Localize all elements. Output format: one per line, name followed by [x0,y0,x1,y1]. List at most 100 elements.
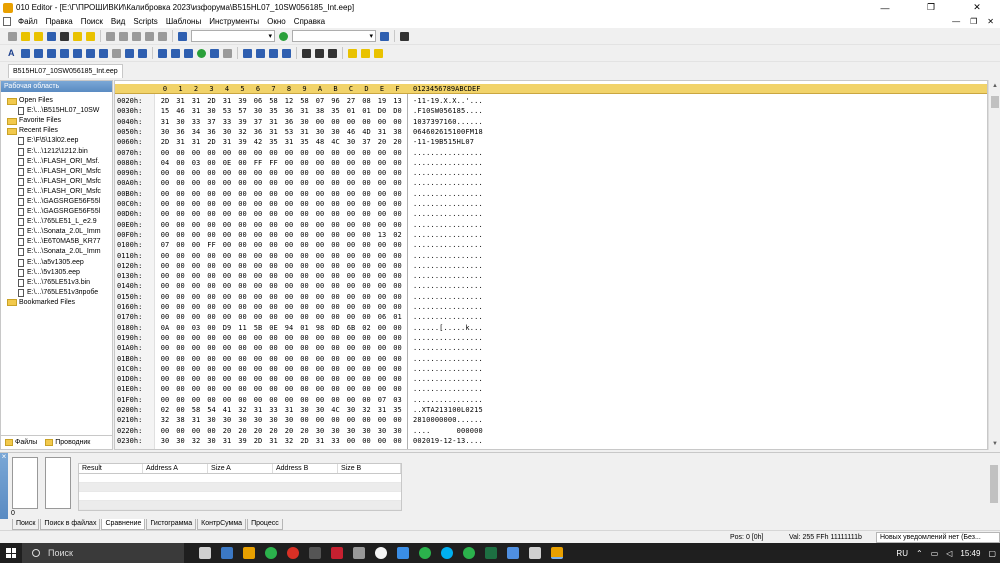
hex-byte[interactable]: 37 [360,137,374,147]
hex-byte[interactable]: 06 [251,96,265,106]
hex-byte[interactable]: 00 [360,158,374,168]
hex-byte[interactable]: 00 [189,230,203,240]
col-size-a[interactable]: Size A [208,464,273,473]
hex-byte[interactable]: 00 [205,209,219,219]
hex-byte[interactable]: 00 [298,364,312,374]
hex-byte[interactable]: 20 [391,137,405,147]
hex-byte[interactable]: 00 [344,168,358,178]
script-icon[interactable] [184,48,193,58]
hex-byte[interactable]: 31 [375,405,389,415]
hex-byte[interactable]: 33 [189,117,203,127]
hex-byte[interactable]: 0D [329,323,343,333]
hex-row[interactable]: 0030h: 15 46 31 30 53 57 30 35 36 31 38 35 01 01 D0 D0 .F… [115,106,987,116]
hex-byte[interactable]: 00 [236,281,250,291]
hex-byte[interactable]: 30 [344,405,358,415]
hex-byte[interactable]: 00 [391,323,405,333]
hex-byte[interactable]: 00 [220,178,234,188]
tree-recent-file-item[interactable]: E:\...\FLASH_ORI_Msfc [1,167,112,177]
hex-byte[interactable]: 00 [391,333,405,343]
menu-view[interactable]: Вид [107,15,129,28]
tray-volume-icon[interactable]: ◁ [946,549,952,558]
hex-byte[interactable]: 31 [174,137,188,147]
hex-byte[interactable]: 00 [282,158,296,168]
hex-byte[interactable]: 39 [236,436,250,446]
bookmark-list-icon[interactable] [282,48,291,58]
hex-byte[interactable]: 00 [174,168,188,178]
hex-byte[interactable]: 30 [174,117,188,127]
hex-byte[interactable]: 30 [313,426,327,436]
hex-byte[interactable]: 03 [391,395,405,405]
tree-recent-file-item[interactable]: E:\...\Sonata_2.0L_Imm [1,227,112,237]
hex-byte[interactable]: 31 [267,117,281,127]
hex-byte[interactable]: 00 [360,292,374,302]
ruler-icon[interactable] [86,48,95,58]
hex-byte[interactable]: 48 [313,137,327,147]
hex-byte[interactable]: 00 [282,168,296,178]
menu-help[interactable]: Справка [290,15,329,28]
hex-ascii[interactable]: ................ [413,240,483,250]
hex-byte[interactable]: 00 [282,148,296,158]
hex-byte[interactable]: 00 [282,343,296,353]
hex-byte[interactable]: 00 [360,168,374,178]
hex-byte[interactable]: 00 [298,240,312,250]
export-icon[interactable] [86,31,95,41]
hex-byte[interactable]: 00 [236,343,250,353]
010-editor-task-icon[interactable] [551,547,563,559]
hex-byte[interactable]: 00 [220,281,234,291]
hex-byte[interactable]: 00 [360,199,374,209]
hex-byte[interactable]: 00 [174,158,188,168]
open-file-icon[interactable] [21,31,30,41]
hex-byte[interactable]: 00 [344,251,358,261]
hex-byte[interactable]: 08 [360,96,374,106]
hex-byte[interactable]: 30 [344,426,358,436]
hex-byte[interactable]: 00 [205,168,219,178]
hex-byte[interactable]: 00 [360,312,374,322]
hex-byte[interactable]: 00 [282,178,296,188]
hex-byte[interactable]: 53 [282,127,296,137]
hex-byte[interactable]: 00 [282,220,296,230]
hex-byte[interactable]: 00 [329,415,343,425]
app-icon-4[interactable] [309,547,321,559]
hex-byte[interactable]: 00 [391,364,405,374]
hex-byte[interactable]: 00 [313,220,327,230]
tree-recent-file-item[interactable]: E:\...\GAGSRGE56F55l [1,207,112,217]
hex-byte[interactable]: 27 [344,96,358,106]
hex-byte[interactable]: 00 [236,168,250,178]
hex-view-icon[interactable] [21,48,30,58]
hex-byte[interactable]: 00 [282,374,296,384]
hex-byte[interactable]: 00 [360,261,374,271]
hex-row[interactable]: 0070h: 00 00 00 00 00 00 00 00 00 00 00 00 00 00 00 00..… [115,148,987,158]
tray-notifications-icon[interactable]: ▢ [988,549,996,558]
hex-byte[interactable]: 00 [267,302,281,312]
hex-row[interactable]: 00B0h: 00 00 00 00 00 00 00 00 00 00 00 00 00 00 00 00..… [115,189,987,199]
debug-icon[interactable] [210,48,219,58]
hex-byte[interactable]: 00 [174,261,188,271]
cut-icon[interactable] [106,31,115,41]
hex-byte[interactable]: FF [205,240,219,250]
hex-byte[interactable]: 00 [313,384,327,394]
hex-byte[interactable]: 58 [298,96,312,106]
hex-row[interactable]: 0050h: 30 36 34 36 30 32 36 31 53 31 30 30 46 4D 31 38 06… [115,127,987,137]
hex-byte[interactable]: 00 [251,178,265,188]
compare-icon[interactable] [223,48,232,58]
hex-byte[interactable]: 00 [158,374,172,384]
hex-byte[interactable]: 31 [189,106,203,116]
yandex-icon[interactable] [375,547,387,559]
hex-byte[interactable]: 38 [313,106,327,116]
hex-byte[interactable]: 00 [329,374,343,384]
hex-row[interactable]: 0230h: 30 30 32 30 31 39 2D 31 32 2D 31 33 00 00 00 00 00… [115,436,987,446]
hex-byte[interactable]: 00 [220,374,234,384]
hex-byte[interactable]: 00 [251,168,265,178]
hex-byte[interactable]: 00 [189,209,203,219]
copy-icon[interactable] [119,31,128,41]
hex-byte[interactable]: 00 [189,374,203,384]
hex-byte[interactable]: 00 [205,158,219,168]
hex-row[interactable]: 0020h: 2D 31 31 2D 31 39 06 58 12 58 07 96 27 08 19 13 -1… [115,96,987,106]
hex-byte[interactable]: 00 [298,189,312,199]
hex-byte[interactable]: 00 [236,230,250,240]
hex-byte[interactable]: 00 [313,240,327,250]
hex-byte[interactable]: 00 [344,261,358,271]
hex-byte[interactable]: 00 [360,436,374,446]
hex-byte[interactable]: 39 [236,137,250,147]
hex-byte[interactable]: 00 [189,220,203,230]
